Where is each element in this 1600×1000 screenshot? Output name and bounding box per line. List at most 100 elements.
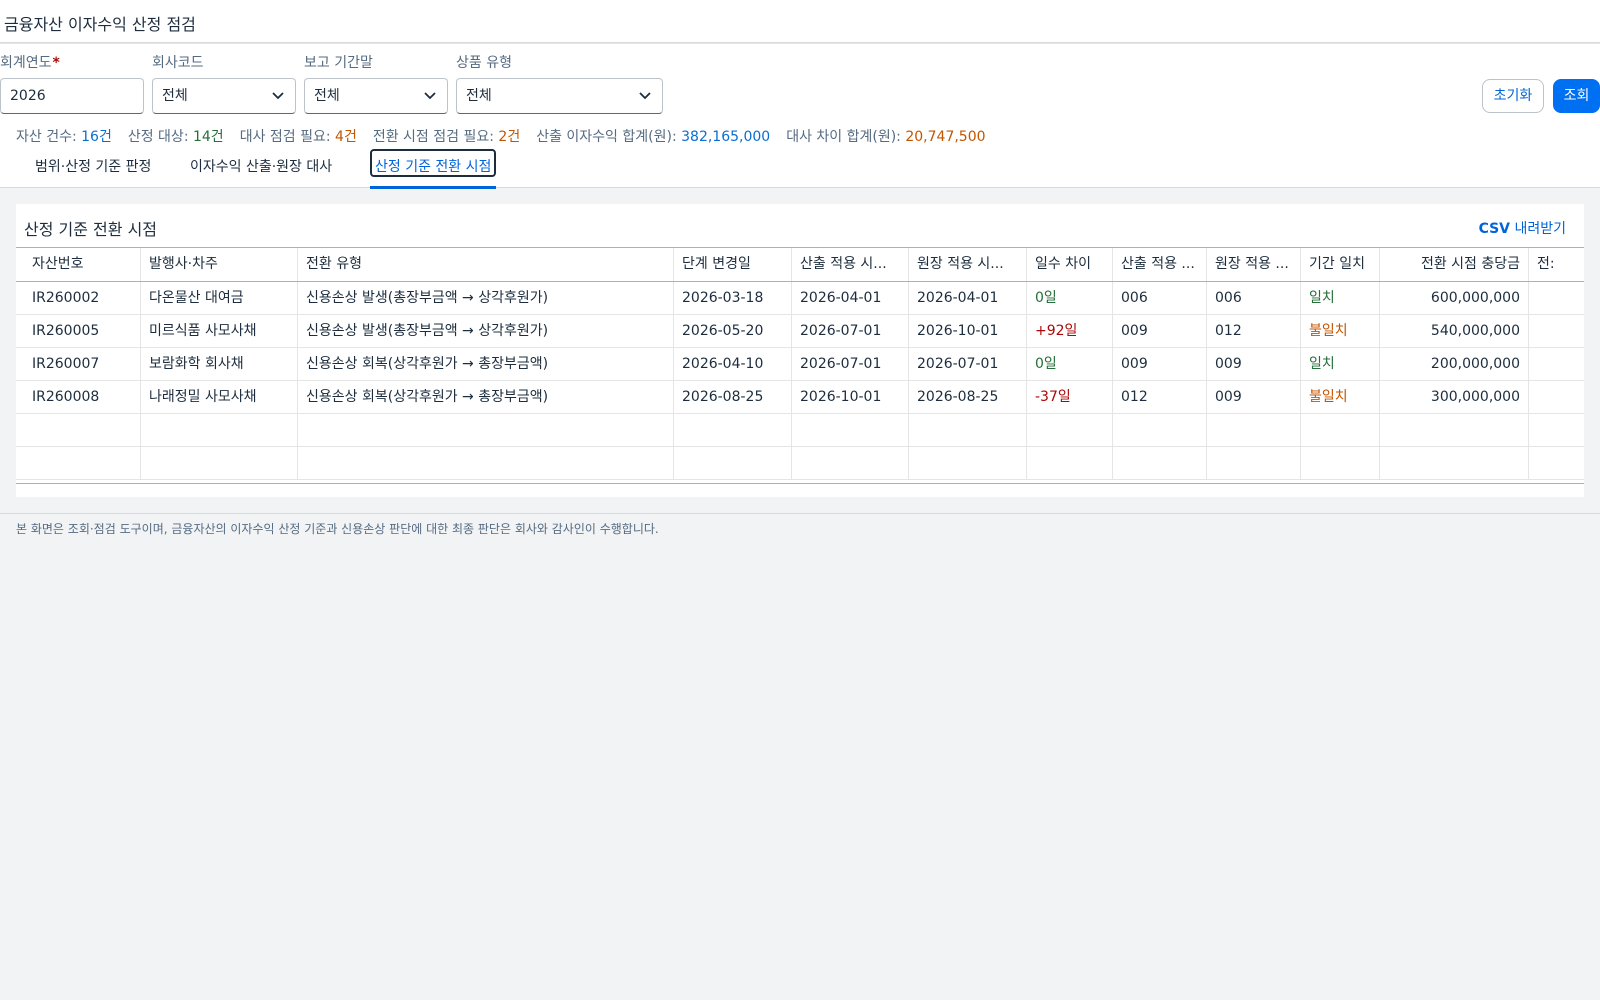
cell-stage-change-date: 2026-05-20 — [674, 315, 792, 347]
chevron-down-icon — [424, 92, 436, 100]
summary-value: 14건 — [192, 129, 224, 145]
period-end-value: 전체 — [314, 88, 340, 104]
column-header-transition-type[interactable]: 전환 유형 — [298, 248, 674, 281]
empty-cell — [1301, 447, 1380, 479]
column-header-calc-apply-period[interactable]: 산출 적용 ... — [1113, 248, 1207, 281]
cell-stage-change-date: 2026-03-18 — [674, 282, 792, 314]
summary-value: 20,747,500 — [905, 129, 986, 145]
empty-cell — [1113, 414, 1207, 446]
summary-item: 자산 건수: 16건 — [16, 129, 112, 145]
cell-period-match: 불일치 — [1301, 381, 1380, 413]
cell-period-match: 일치 — [1301, 348, 1380, 380]
column-header-ledger-apply-start[interactable]: 원장 적용 시... — [909, 248, 1027, 281]
cell-calc-apply-period: 009 — [1113, 348, 1207, 380]
cell-ledger-apply-period: 012 — [1207, 315, 1301, 347]
empty-cell — [1207, 447, 1301, 479]
cell-stage-change-date: 2026-04-10 — [674, 348, 792, 380]
tab-basis-transition[interactable]: 산정 기준 전환 시점 — [370, 149, 497, 189]
empty-cell — [909, 414, 1027, 446]
footer-divider — [0, 513, 1600, 514]
tab-label: 범위·산정 기준 판정 — [35, 159, 152, 175]
cell-transition-type: 신용손상 발생(총장부금액 → 상각후원가) — [298, 282, 674, 314]
cell-transition-type: 신용손상 회복(상각후원가 → 총장부금액) — [298, 348, 674, 380]
transition-card: 산정 기준 전환 시점 CSV 내려받기 자산번호 발행사·차주 전환 유형 단계 변… — [16, 204, 1584, 497]
tab-label: 산정 기준 전환 시점 — [375, 159, 492, 175]
filter-bar: 회계연도* 2026 회사코드 전체 보고 기간말 전체 상품 유형 전체 초기… — [0, 44, 1600, 145]
chevron-down-icon — [272, 92, 284, 100]
download-label: 내려받기 — [1510, 221, 1566, 237]
page-title: 금융자산 이자수익 산정 점검 — [4, 15, 196, 34]
table-row[interactable]: IR260005 미르식품 사모사채 신용손상 발생(총장부금액 → 상각후원가) 2… — [16, 315, 1584, 348]
column-header-period-match[interactable]: 기간 일치 — [1301, 248, 1380, 281]
empty-cell — [1380, 447, 1529, 479]
cell-transition-type: 신용손상 발생(총장부금액 → 상각후원가) — [298, 315, 674, 347]
empty-cell — [792, 447, 909, 479]
product-type-select[interactable]: 전체 — [456, 78, 663, 114]
column-header-day-diff[interactable]: 일수 차이 — [1027, 248, 1113, 281]
csv-download-link[interactable]: CSV 내려받기 — [1479, 218, 1566, 238]
fiscal-year-input[interactable]: 2026 — [0, 78, 144, 114]
empty-cell — [298, 414, 674, 446]
cell-extra-col — [1529, 381, 1584, 413]
column-header-extra-col[interactable]: 전: — [1529, 248, 1584, 281]
cell-day-diff: +92일 — [1027, 315, 1113, 347]
cell-issuer: 미르식품 사모사채 — [141, 315, 298, 347]
cell-asset-no: IR260008 — [16, 381, 141, 413]
fiscal-year-label: 회계연도* — [0, 55, 60, 71]
empty-cell — [1380, 414, 1529, 446]
summary-item: 산정 대상: 14건 — [128, 129, 224, 145]
cell-calc-apply-period: 012 — [1113, 381, 1207, 413]
cell-ledger-apply-start: 2026-04-01 — [909, 282, 1027, 314]
summary-label: 자산 건수: — [16, 129, 82, 145]
cell-transition-allowance: 600,000,000 — [1380, 282, 1529, 314]
cell-ledger-apply-period: 009 — [1207, 348, 1301, 380]
summary-item: 대사 차이 합계(원): 20,747,500 — [786, 129, 985, 145]
tab-bar: 범위·산정 기준 판정 이자수익 산출·원장 대사 산정 기준 전환 시점 — [0, 144, 1600, 189]
empty-cell — [141, 447, 298, 479]
company-code-select[interactable]: 전체 — [152, 78, 296, 114]
period-end-select[interactable]: 전체 — [304, 78, 448, 114]
cell-transition-type: 신용손상 회복(상각후원가 → 총장부금액) — [298, 381, 674, 413]
table-row[interactable]: IR260007 보람화학 회사채 신용손상 회복(상각후원가 → 총장부금액) 20… — [16, 348, 1584, 381]
cell-extra-col — [1529, 315, 1584, 347]
company-code-value: 전체 — [162, 88, 188, 104]
search-button[interactable]: 조회 — [1553, 79, 1600, 113]
table-footer — [16, 483, 1584, 497]
summary-item: 전환 시점 점검 필요: 2건 — [373, 129, 520, 145]
cell-extra-col — [1529, 348, 1584, 380]
column-header-calc-apply-start[interactable]: 산출 적용 시... — [792, 248, 909, 281]
chevron-down-icon — [639, 92, 651, 100]
summary-label: 산정 대상: — [127, 129, 193, 145]
cell-calc-apply-start: 2026-07-01 — [792, 315, 909, 347]
tab-interest-reconciliation[interactable]: 이자수익 산출·원장 대사 — [190, 156, 332, 176]
tab-scope-criteria[interactable]: 범위·산정 기준 판정 — [35, 156, 151, 176]
table-row[interactable]: IR260008 나래정밀 사모사채 신용손상 회복(상각후원가 → 총장부금액) 2… — [16, 381, 1584, 414]
column-header-ledger-apply-period[interactable]: 원장 적용 ... — [1207, 248, 1301, 281]
cell-ledger-apply-start: 2026-07-01 — [909, 348, 1027, 380]
table-row[interactable]: IR260002 다온물산 대여금 신용손상 발생(총장부금액 → 상각후원가) 20… — [16, 282, 1584, 315]
empty-cell — [674, 414, 792, 446]
column-header-stage-change-date[interactable]: 단계 변경일 — [674, 248, 792, 281]
cell-period-match: 일치 — [1301, 282, 1380, 314]
cell-issuer: 다온물산 대여금 — [141, 282, 298, 314]
column-header-asset-no[interactable]: 자산번호 — [16, 248, 141, 281]
empty-table-row — [16, 447, 1584, 480]
cell-period-match: 불일치 — [1301, 315, 1380, 347]
cell-calc-apply-start: 2026-07-01 — [792, 348, 909, 380]
summary-item: 산출 이자수익 합계(원): 382,165,000 — [536, 129, 770, 145]
cell-day-diff: -37일 — [1027, 381, 1113, 413]
cell-issuer: 나래정밀 사모사채 — [141, 381, 298, 413]
empty-table-row — [16, 414, 1584, 447]
cell-calc-apply-period: 006 — [1113, 282, 1207, 314]
column-header-transition-allowance[interactable]: 전환 시점 충당금 — [1380, 248, 1529, 281]
empty-cell — [16, 447, 141, 479]
column-header-issuer[interactable]: 발행사·차주 — [141, 248, 298, 281]
cell-asset-no: IR260002 — [16, 282, 141, 314]
empty-cell — [1207, 414, 1301, 446]
empty-cell — [792, 414, 909, 446]
empty-cell — [298, 447, 674, 479]
cell-calc-apply-period: 009 — [1113, 315, 1207, 347]
summary-value: 4건 — [335, 129, 357, 145]
reset-button[interactable]: 초기화 — [1482, 79, 1544, 113]
disclaimer-note: 본 화면은 조회·점검 도구이며, 금융자산의 이자수익 산정 기준과 신용손상… — [16, 522, 659, 536]
